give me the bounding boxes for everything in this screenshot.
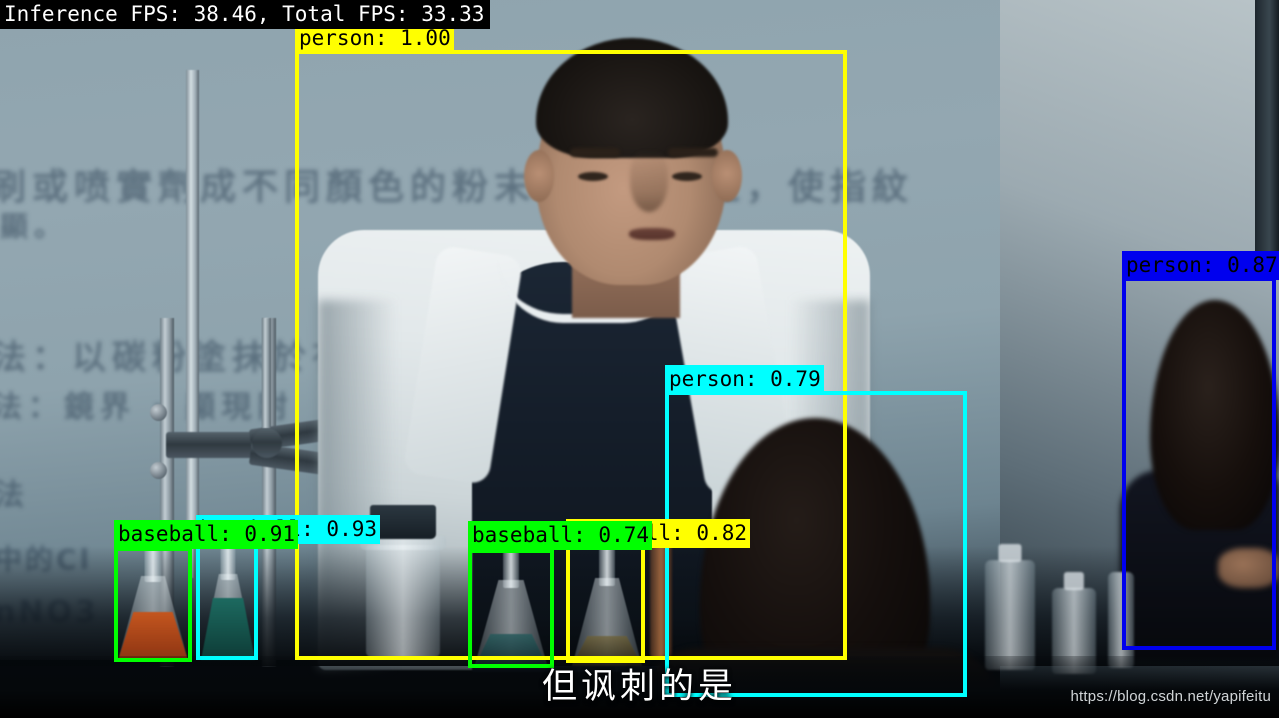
detection-label-baseball-0-74: baseball: 0.74 xyxy=(468,521,653,550)
projected-text-line: 法 xyxy=(0,478,30,513)
projected-text-line: 法：鏡界 ‧ 顯現附 xyxy=(0,390,294,425)
stand-knob xyxy=(150,404,167,421)
detection-box-baseball-0-82 xyxy=(566,545,645,663)
stand-joint xyxy=(252,428,282,458)
wall-edge xyxy=(1255,0,1279,260)
detection-box-baseball-0-74 xyxy=(468,549,554,668)
watermark: https://blog.csdn.net/yapifeitu xyxy=(1070,688,1271,705)
detection-video-frame: 刷或喷實劑成不同顏色的粉末微至物體上，使指紋 顯。 法：以碳粉塗抹於有 法：鏡界… xyxy=(0,0,1279,718)
stand-rod-thin xyxy=(262,318,271,428)
bottle-cap xyxy=(1063,572,1085,590)
burette xyxy=(186,70,199,540)
bottle-cap xyxy=(998,544,1022,562)
detection-label-person-0-87: person: 0.87 xyxy=(1122,251,1279,280)
detection-box-baseball-0-91 xyxy=(114,547,192,662)
detection-label-baseball-0-91: baseball: 0.91 xyxy=(114,520,299,549)
projected-text-line: 顯。 xyxy=(0,210,69,243)
stand-knob xyxy=(150,462,167,479)
detection-box-baseball-0-93 xyxy=(196,544,258,660)
bottle-right-1 xyxy=(985,544,1035,670)
fps-hud: Inference FPS: 38.46, Total FPS: 33.33 xyxy=(0,0,491,29)
detection-box-person-0-87 xyxy=(1122,277,1276,650)
detection-label-person-0-79: person: 0.79 xyxy=(665,365,824,394)
